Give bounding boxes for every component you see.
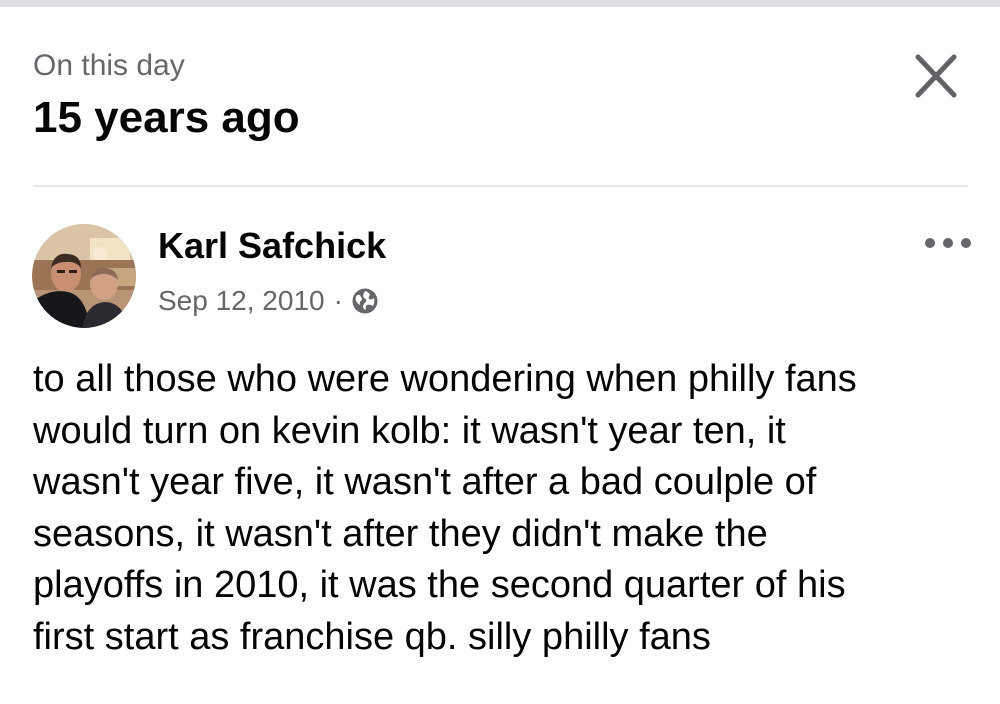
post-line: playoffs in 2010, it was the second quar… <box>33 564 846 606</box>
top-strip <box>0 0 1000 7</box>
post-line: to all those who were wondering when phi… <box>33 358 857 400</box>
profile-photo <box>32 224 136 328</box>
post-line: seasons, it wasn't after they didn't mak… <box>33 512 768 555</box>
avatar[interactable] <box>32 224 136 328</box>
more-options-button[interactable] <box>918 225 978 261</box>
close-button[interactable] <box>905 50 967 106</box>
memory-title: 15 years ago <box>33 93 300 142</box>
post-line: first start as franchise qb. silly phill… <box>33 615 711 658</box>
author-name[interactable]: Karl Safchick <box>158 224 386 268</box>
meta-separator: · <box>333 285 343 316</box>
more-options-icon <box>925 238 971 248</box>
close-icon <box>915 54 957 98</box>
post-date[interactable]: Sep 12, 2010 <box>158 285 325 317</box>
post-body: to all those who were wondering when phi… <box>33 354 973 663</box>
post-line: wasn't year five, it wasn't after a bad … <box>33 461 817 503</box>
header-divider <box>33 185 968 187</box>
globe-icon[interactable] <box>351 287 379 315</box>
post-meta: Sep 12, 2010 · <box>158 281 379 321</box>
memory-kicker: On this day <box>33 49 185 82</box>
post-line: would turn on kevin kolb: it wasn't year… <box>33 409 786 452</box>
